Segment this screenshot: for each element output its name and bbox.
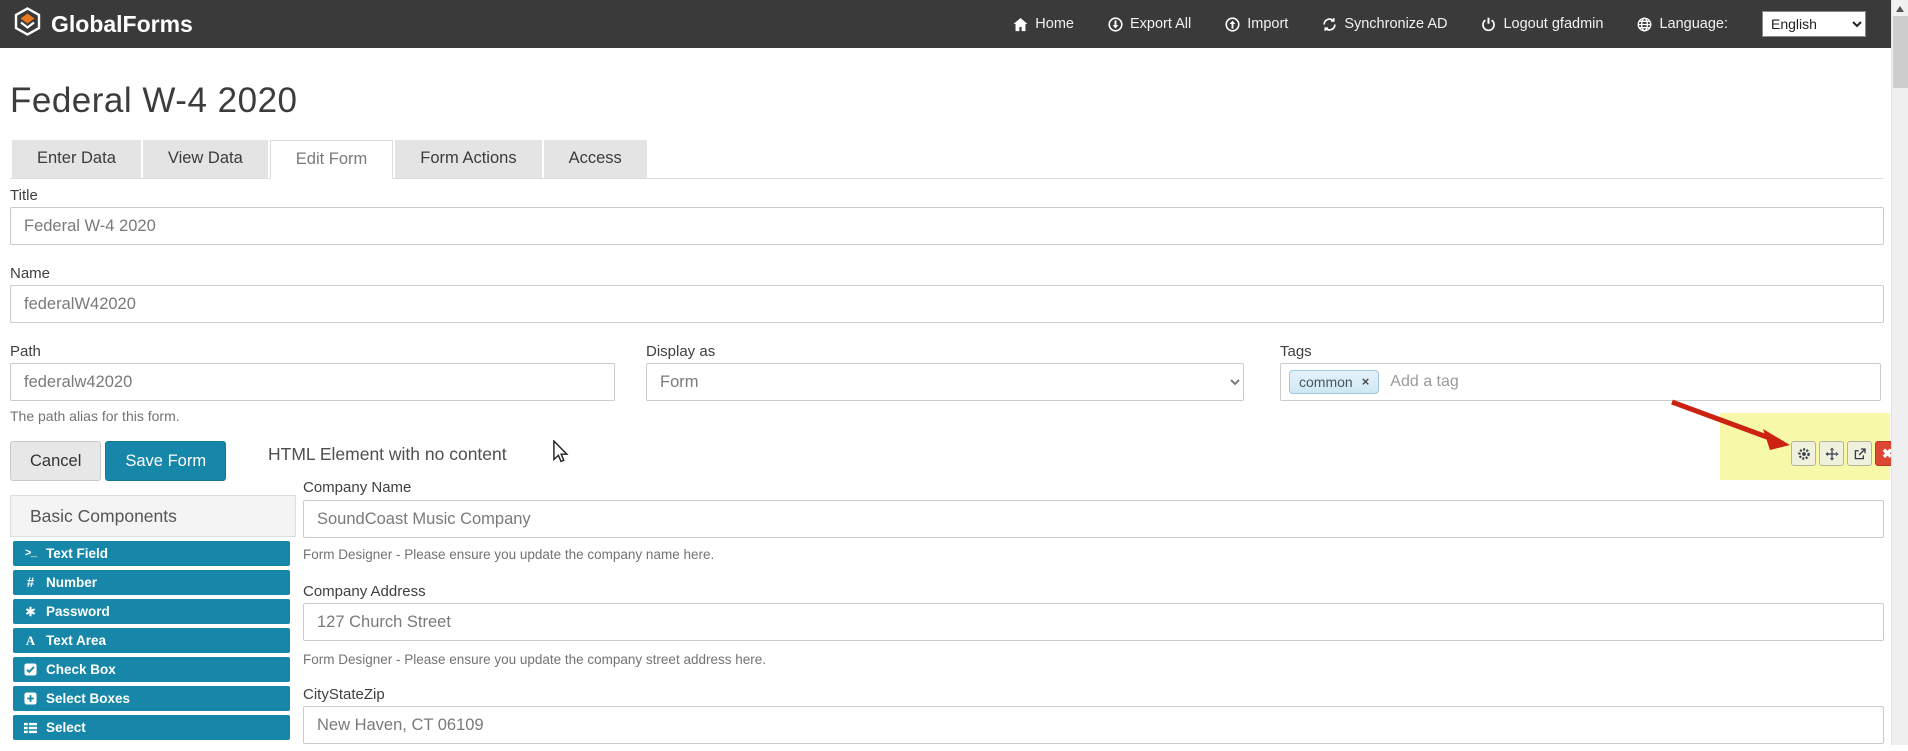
display-as-select[interactable]: Form (646, 363, 1244, 401)
tag-text: common (1299, 374, 1353, 390)
terminal-icon: >_ (23, 548, 38, 560)
basic-components-header[interactable]: Basic Components (10, 495, 296, 537)
component-action-toolbar: ✖ (1791, 441, 1900, 466)
component-select-boxes[interactable]: Select Boxes (13, 686, 290, 711)
nav-export-all[interactable]: Export All (1108, 16, 1191, 32)
canvas-fields: Company Name Form Designer - Please ensu… (303, 479, 1884, 744)
top-navbar: GlobalForms Home Export All Import Synch… (0, 0, 1908, 48)
company-name-label: Company Name (303, 479, 1884, 496)
tags-label: Tags (1280, 343, 1881, 360)
component-text-area[interactable]: A Text Area (13, 628, 290, 653)
power-icon (1481, 17, 1496, 32)
tab-access[interactable]: Access (544, 140, 647, 178)
tab-edit-form[interactable]: Edit Form (270, 140, 394, 179)
nav-import[interactable]: Import (1225, 16, 1288, 32)
scrollbar-up-arrow-icon[interactable] (1896, 6, 1904, 12)
cancel-button[interactable]: Cancel (10, 441, 101, 481)
checkbox-icon (23, 663, 38, 676)
name-label: Name (10, 265, 1884, 282)
company-name-help: Form Designer - Please ensure you update… (303, 547, 1884, 562)
builder-left-column: Cancel Save Form Basic Components >_ Tex… (10, 441, 296, 740)
page-title: Federal W-4 2020 (10, 82, 1884, 120)
tag-remove-icon[interactable]: × (1362, 374, 1370, 390)
save-form-button[interactable]: Save Form (105, 441, 226, 481)
brand[interactable]: GlobalForms (14, 7, 193, 42)
font-icon: A (23, 633, 38, 649)
tab-bar: Enter Data View Data Edit Form Form Acti… (10, 140, 1884, 179)
page-content: Federal W-4 2020 Enter Data View Data Ed… (0, 82, 1908, 751)
component-text-field[interactable]: >_ Text Field (13, 541, 290, 566)
components-panel: Basic Components >_ Text Field # Number … (10, 495, 296, 740)
tags-placeholder: Add a tag (1390, 373, 1459, 391)
company-address-input[interactable] (303, 603, 1884, 641)
title-label: Title (10, 187, 1884, 204)
nav-synchronize-ad[interactable]: Synchronize AD (1322, 16, 1447, 32)
move-icon[interactable] (1819, 441, 1844, 466)
company-name-input[interactable] (303, 500, 1884, 538)
scrollbar-thumb[interactable] (1893, 16, 1908, 88)
language-select[interactable]: English (1762, 11, 1866, 37)
home-icon (1013, 17, 1028, 32)
globe-icon (1637, 17, 1652, 32)
html-element-component: HTML Element with no content (268, 444, 1884, 465)
form-canvas: HTML Element with no content Company Nam… (268, 444, 1884, 744)
sync-icon (1322, 17, 1337, 32)
path-display-tags-row: Path Display as Form Tags common × Add a… (10, 343, 1884, 401)
tab-form-actions[interactable]: Form Actions (395, 140, 541, 178)
component-number[interactable]: # Number (13, 570, 290, 595)
citystatezip-input[interactable] (303, 706, 1884, 744)
vertical-scrollbar (1891, 0, 1908, 745)
citystatezip-label: CityStateZip (303, 686, 1884, 703)
nav-logout[interactable]: Logout gfadmin (1481, 16, 1603, 32)
tab-enter-data[interactable]: Enter Data (12, 140, 141, 178)
company-address-help: Form Designer - Please ensure you update… (303, 652, 1884, 667)
path-help-text: The path alias for this form. (10, 408, 1884, 424)
nav-home[interactable]: Home (1013, 16, 1074, 32)
asterisk-icon (23, 606, 38, 617)
export-circle-down-icon (1108, 17, 1123, 32)
name-input[interactable] (10, 285, 1884, 323)
gear-icon[interactable] (1791, 441, 1816, 466)
company-address-label: Company Address (303, 583, 1884, 600)
hashtag-icon: # (23, 575, 38, 590)
display-as-label: Display as (646, 343, 1244, 360)
tag-pill-common: common × (1289, 370, 1379, 394)
plus-square-icon (23, 692, 38, 705)
navbar-menu: Home Export All Import Synchronize AD Lo… (1013, 11, 1866, 37)
tags-input[interactable]: common × Add a tag (1280, 363, 1881, 401)
tab-view-data[interactable]: View Data (143, 140, 268, 178)
nav-language: Language: (1637, 16, 1728, 32)
globalforms-logo-icon (14, 7, 41, 42)
title-input[interactable] (10, 207, 1884, 245)
import-circle-up-icon (1225, 17, 1240, 32)
list-icon (23, 722, 38, 734)
brand-name: GlobalForms (51, 11, 193, 38)
form-builder-area: Cancel Save Form Basic Components >_ Tex… (10, 441, 1884, 751)
component-password[interactable]: Password (13, 599, 290, 624)
component-check-box[interactable]: Check Box (13, 657, 290, 682)
path-label: Path (10, 343, 615, 360)
path-input[interactable] (10, 363, 615, 401)
external-link-icon[interactable] (1847, 441, 1872, 466)
component-select[interactable]: Select (13, 715, 290, 740)
